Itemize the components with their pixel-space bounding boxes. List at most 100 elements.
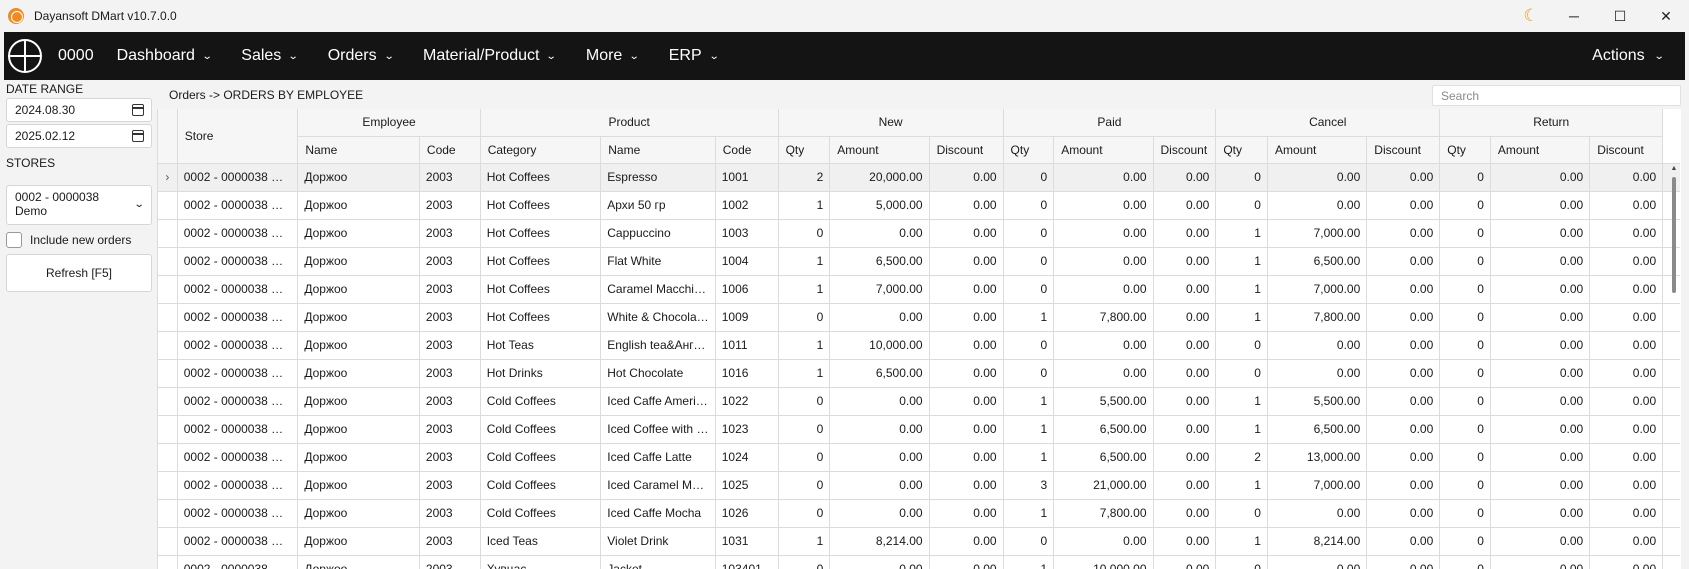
table-row[interactable]: 0002 - 0000038 Demo Доржоо 2003 Hot Coffees… (158, 247, 1680, 276)
column-header-employee-name[interactable]: Name (297, 136, 420, 164)
calendar-icon[interactable] (132, 130, 144, 142)
table-row[interactable]: 0002 - 0000038 Demo Доржоо 2003 Cold Coffee… (158, 499, 1680, 528)
row-marker (158, 415, 178, 444)
column-header-cancel-amount[interactable]: Amount (1267, 136, 1368, 164)
table-row[interactable]: 0002 - 0000038 Demo Доржоо 2003 Hot Coffees… (158, 303, 1680, 332)
close-button[interactable]: ✕ (1643, 0, 1689, 32)
table-row[interactable]: 0002 - 0000038 Demo Доржоо 2003 Cold Coffee… (158, 387, 1680, 416)
table-cell: 0002 - 0000038 Demo (177, 303, 299, 332)
table-cell: 0002 - 0000038 Demo (177, 331, 299, 360)
orders-grid: Store Employee Product New Paid Cancel R… (157, 109, 1681, 569)
menu-dashboard[interactable]: Dashboard ⌄ (117, 47, 213, 65)
table-cell: 0.00 (1589, 191, 1664, 220)
table-cell: Доржоо (297, 527, 420, 556)
table-cell: 0.00 (1366, 499, 1441, 528)
table-cell: 0.00 (1589, 275, 1664, 304)
table-row[interactable]: 0002 - 0000038 Demo Доржоо 2003 Хувцас Jacke… (158, 555, 1680, 569)
table-row[interactable]: 0002 - 0000038 Demo Доржоо 2003 Hot Coffees… (158, 275, 1680, 304)
table-cell: 1 (1215, 471, 1268, 500)
menu-more[interactable]: More ⌄ (586, 47, 640, 65)
menu-material-product[interactable]: Material/Product ⌄ (423, 47, 557, 65)
table-cell: English tea&Англи цай (600, 331, 716, 360)
table-cell: 0 (778, 303, 831, 332)
theme-toggle-moon-icon[interactable]: ☾ (1511, 6, 1551, 26)
table-cell: 0.00 (1153, 555, 1217, 569)
table-row[interactable]: 0002 - 0000038 Demo Доржоо 2003 Hot Coffees… (158, 219, 1680, 248)
table-cell: 1031 (715, 527, 779, 556)
actions-menu[interactable]: Actions ⌄ (1592, 47, 1664, 65)
column-header-new-qty[interactable]: Qty (778, 136, 831, 164)
table-row[interactable]: 0002 - 0000038 Demo Доржоо 2003 Iced Teas Vi… (158, 527, 1680, 556)
table-cell: 0 (778, 555, 831, 569)
scrollbar-thumb[interactable] (1672, 177, 1676, 293)
column-header-paid-discount[interactable]: Discount (1153, 136, 1217, 164)
table-row[interactable]: 0002 - 0000038 Demo Доржоо 2003 Cold Coffee… (158, 443, 1680, 472)
column-header-new-amount[interactable]: Amount (829, 136, 930, 164)
column-header-return-amount[interactable]: Amount (1490, 136, 1591, 164)
calendar-icon[interactable] (132, 104, 144, 116)
menu-label: Sales (241, 47, 282, 64)
table-cell: 0 (1439, 247, 1491, 276)
table-cell: 0 (1439, 359, 1491, 388)
search-input[interactable] (1432, 85, 1681, 106)
table-row[interactable]: › 0002 - 0000038 Demo Доржоо 2003 Hot Coffee… (158, 163, 1680, 192)
table-row[interactable]: 0002 - 0000038 Demo Доржоо 2003 Hot Coffees… (158, 191, 1680, 220)
date-from-field[interactable]: 2024.08.30 (6, 98, 152, 122)
include-new-orders-row[interactable]: Include new orders (6, 232, 131, 248)
column-header-product-category[interactable]: Category (480, 136, 602, 164)
table-cell: 0 (1439, 443, 1491, 472)
store-select[interactable]: 0002 - 0000038 Demo ⌄ (6, 185, 152, 225)
include-new-orders-checkbox[interactable] (6, 232, 22, 248)
table-cell: 1 (1215, 247, 1268, 276)
column-header-cancel-qty[interactable]: Qty (1215, 136, 1268, 164)
table-cell: 0.00 (1589, 359, 1664, 388)
table-cell: 0.00 (1366, 247, 1441, 276)
menu-erp[interactable]: ERP ⌄ (669, 47, 720, 65)
chevron-down-icon: ⌄ (383, 50, 395, 62)
table-cell: 0.00 (1490, 331, 1591, 360)
column-header-return-qty[interactable]: Qty (1439, 136, 1491, 164)
table-row[interactable]: 0002 - 0000038 Demo Доржоо 2003 Hot Teas Eng… (158, 331, 1680, 360)
menu-orders[interactable]: Orders ⌄ (328, 47, 395, 65)
column-header-product-name[interactable]: Name (600, 136, 716, 164)
column-header-cancel-discount[interactable]: Discount (1366, 136, 1441, 164)
column-header-product-code[interactable]: Code (715, 136, 779, 164)
column-header-return-discount[interactable]: Discount (1589, 136, 1664, 164)
maximize-button[interactable]: ☐ (1597, 0, 1643, 32)
table-cell: 0 (1215, 191, 1268, 220)
globe-logo-icon[interactable] (8, 39, 42, 73)
actions-label: Actions (1592, 47, 1645, 64)
scroll-up-arrow-icon[interactable]: ▲ (1670, 165, 1678, 172)
row-marker (158, 471, 178, 500)
column-header-paid-amount[interactable]: Amount (1053, 136, 1154, 164)
table-cell: 0.00 (929, 471, 1004, 500)
menu-sales[interactable]: Sales ⌄ (241, 47, 299, 65)
column-header-store[interactable]: Store (177, 109, 299, 164)
table-cell: 0002 - 0000038 Demo (177, 275, 299, 304)
table-cell: 0.00 (1490, 443, 1591, 472)
table-cell: Доржоо (297, 555, 420, 569)
chevron-down-icon: ⌄ (288, 50, 299, 62)
column-header-paid-qty[interactable]: Qty (1003, 136, 1055, 164)
table-cell: 0.00 (1053, 527, 1154, 556)
table-cell: 0.00 (1589, 471, 1664, 500)
table-cell: Cold Coffees (480, 415, 602, 444)
refresh-button[interactable]: Refresh [F5] (6, 254, 152, 292)
table-cell: 13,000.00 (1267, 443, 1368, 472)
table-cell: 0.00 (829, 415, 930, 444)
table-row[interactable]: 0002 - 0000038 Demo Доржоо 2003 Hot Drinks H… (158, 359, 1680, 388)
table-cell: 0.00 (929, 331, 1004, 360)
table-row[interactable]: 0002 - 0000038 Demo Доржоо 2003 Cold Coffee… (158, 415, 1680, 444)
column-header-new-discount[interactable]: Discount (929, 136, 1004, 164)
minimize-button[interactable]: ─ (1551, 0, 1597, 32)
table-cell: 0.00 (1589, 387, 1664, 416)
table-cell: 0.00 (1153, 443, 1217, 472)
table-row[interactable]: 0002 - 0000038 Demo Доржоо 2003 Cold Coffee… (158, 471, 1680, 500)
table-cell: 0.00 (1053, 275, 1154, 304)
group-header-return: Return (1439, 109, 1664, 137)
table-cell: 0.00 (829, 303, 930, 332)
vertical-scrollbar[interactable]: ▲ (1670, 165, 1678, 569)
table-cell: Доржоо (297, 331, 420, 360)
column-header-employee-code[interactable]: Code (419, 136, 481, 164)
date-to-field[interactable]: 2025.02.12 (6, 124, 152, 148)
